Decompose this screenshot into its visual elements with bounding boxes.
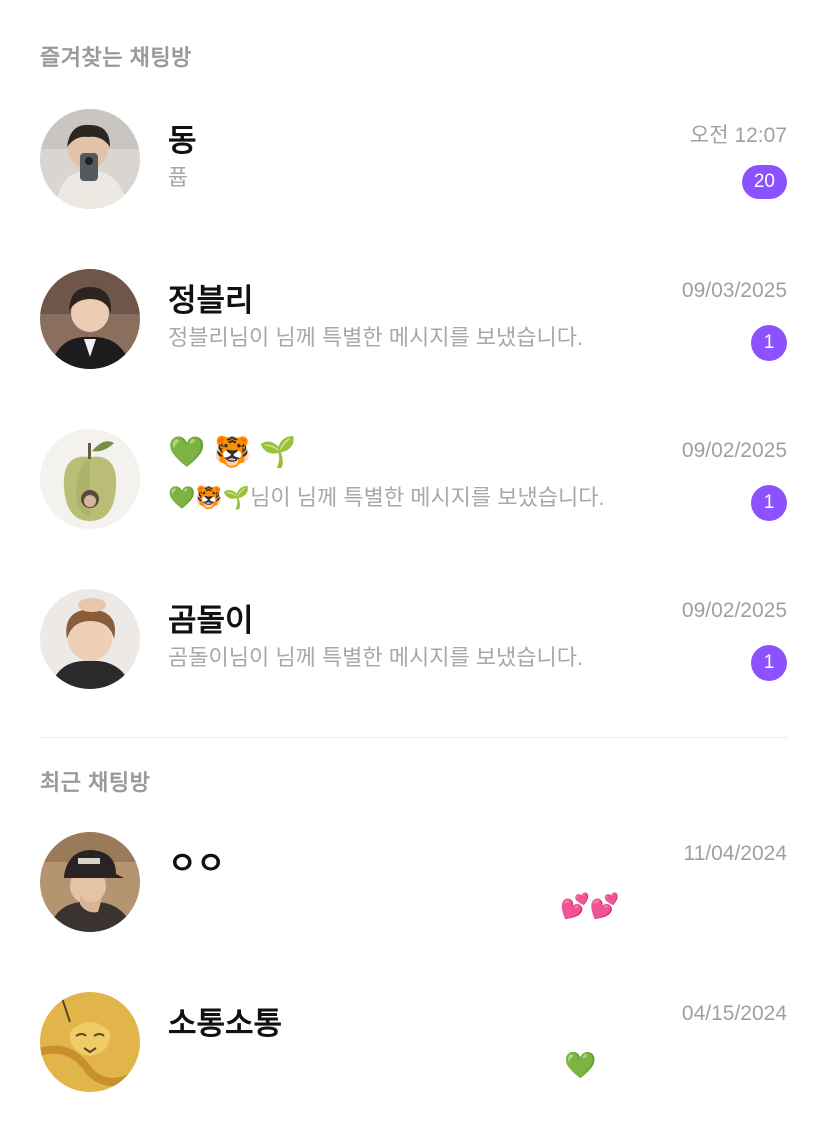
chat-preview: 💚 (168, 1044, 648, 1084)
chat-preview-text: 💚 (564, 1050, 597, 1080)
favorites-section-header: 즐겨찾는 채팅방 (40, 45, 192, 70)
chat-name: 정블리 (168, 283, 254, 318)
chat-preview: 💚🐯🌱님이 님께 특별한 메시지를 보냈습니다. (168, 485, 605, 510)
chat-row-oo[interactable]: ㅇㅇ 💕💕 11/04/2024 (0, 832, 827, 962)
avatar (40, 589, 140, 689)
avatar (40, 832, 140, 932)
chat-row-dong[interactable]: 동 퓹 오전 12:07 20 (0, 109, 827, 239)
chat-name: 동 (168, 123, 197, 158)
unread-badge: 1 (751, 325, 787, 361)
chat-name: 소통소통 (168, 1006, 283, 1041)
recent-section-header: 최근 채팅방 (40, 770, 151, 795)
avatar (40, 109, 140, 209)
unread-badge: 1 (751, 645, 787, 681)
unread-badge: 1 (751, 485, 787, 521)
section-divider (40, 737, 787, 738)
chat-row-gomdori[interactable]: 곰돌이 곰돌이님이 님께 특별한 메시지를 보냈습니다. 09/02/2025 … (0, 589, 827, 719)
avatar (40, 429, 140, 529)
chat-row-jeongbeulli[interactable]: 정블리 정블리님이 님께 특별한 메시지를 보냈습니다. 09/03/2025 … (0, 269, 827, 399)
chat-time: 09/02/2025 (681, 599, 787, 622)
chat-preview: 정블리님이 님께 특별한 메시지를 보냈습니다. (168, 325, 584, 350)
unread-badge: 20 (741, 165, 787, 199)
chat-preview: 곰돌이님이 님께 특별한 메시지를 보냈습니다. (168, 645, 584, 670)
chat-preview-text: 💕💕 (560, 893, 620, 920)
chat-name: 💚 🐯 🌱 (168, 435, 297, 470)
chat-row-emoji[interactable]: 💚 🐯 🌱 💚🐯🌱님이 님께 특별한 메시지를 보냈습니다. 09/02/202… (0, 429, 827, 559)
chat-preview: 퓹 (168, 165, 189, 190)
chat-preview: 💕💕 (168, 884, 648, 924)
chat-name-text: 💚 🐯 🌱 (168, 436, 297, 469)
chat-time: 11/04/2024 (683, 842, 787, 865)
chat-time: 04/15/2024 (681, 1002, 787, 1025)
chat-time: 09/03/2025 (681, 279, 787, 302)
chat-name: 곰돌이 (168, 603, 254, 638)
chat-time: 오전 12:07 (689, 124, 787, 147)
avatar (40, 269, 140, 369)
chat-name: ㅇㅇ (168, 846, 226, 881)
chat-time: 09/02/2025 (681, 439, 787, 462)
avatar (40, 992, 140, 1092)
